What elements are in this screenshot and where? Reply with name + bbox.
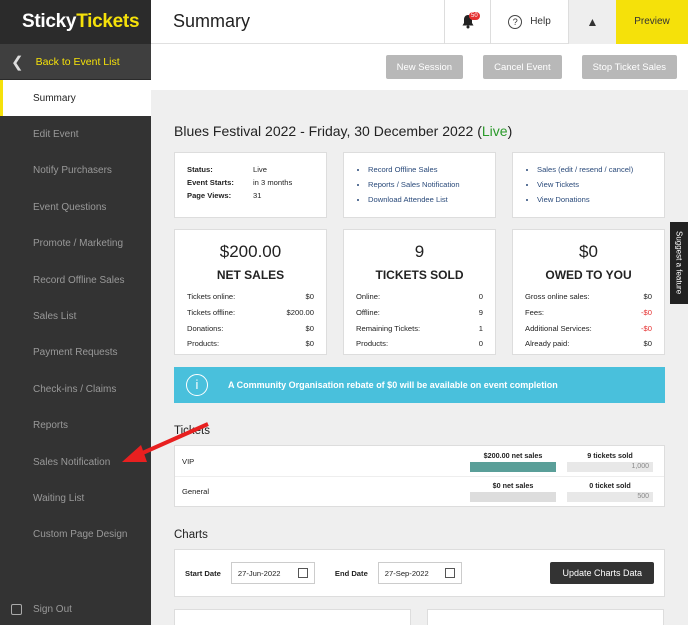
link-reports[interactable]: Reports / Sales Notification bbox=[368, 178, 483, 193]
table-row[interactable]: General $0 net sales 0 ticket sold 500 bbox=[175, 476, 664, 506]
tickets-table: VIP $200.00 net sales 9 tickets sold 1,00… bbox=[174, 445, 665, 508]
event-info-card: Status: Live Event Starts: in 3 months Pag… bbox=[174, 152, 327, 218]
table-row[interactable]: VIP $200.00 net sales 9 tickets sold 1,00… bbox=[175, 446, 664, 476]
sidebar-item-check-ins[interactable]: Check-ins / Claims bbox=[0, 371, 151, 407]
chart-cards bbox=[174, 609, 665, 625]
event-title: Blues Festival 2022 - Friday, 30 Decembe… bbox=[174, 123, 513, 139]
sidebar-item-sales-list[interactable]: Sales List bbox=[0, 298, 151, 334]
action-bar: New Session Cancel Event Stop Ticket Sal… bbox=[151, 44, 688, 90]
sign-out-link[interactable]: Sign Out bbox=[11, 604, 72, 615]
main: Summary 50 ? Help ▲ Preview New Session C… bbox=[151, 0, 688, 625]
cancel-event-button[interactable]: Cancel Event bbox=[483, 55, 562, 79]
triangle-up-icon: ▲ bbox=[586, 14, 599, 29]
page-title: Summary bbox=[173, 11, 251, 31]
chart-card bbox=[427, 609, 664, 625]
update-charts-button[interactable]: Update Charts Data bbox=[550, 562, 654, 585]
link-download-attendee-list[interactable]: Download Attendee List bbox=[368, 193, 483, 208]
sidebar-item-notify-purchasers[interactable]: Notify Purchasers bbox=[0, 153, 151, 189]
tickets-sold-bar: 9 tickets sold 1,000 bbox=[567, 451, 653, 472]
net-sales-bar: $0 net sales bbox=[470, 481, 556, 503]
collapse-button[interactable]: ▲ bbox=[568, 0, 616, 44]
sidebar-nav: Summary Edit Event Notify Purchasers Eve… bbox=[0, 80, 151, 553]
sidebar-item-waiting-list[interactable]: Waiting List bbox=[0, 480, 151, 516]
charts-filter: Start Date 27-Jun-2022 End Date 27-Sep-2… bbox=[174, 549, 665, 598]
sign-out-icon bbox=[11, 604, 22, 615]
start-date-input[interactable]: 27-Jun-2022 bbox=[230, 562, 315, 585]
owed-card: $0 OWED TO YOU Gross online sales: $0 Fee… bbox=[512, 229, 665, 356]
content: Blues Festival 2022 - Friday, 30 Decembe… bbox=[151, 123, 688, 625]
tickets-heading: Tickets bbox=[174, 425, 210, 438]
sidebar-item-sales-notification[interactable]: Sales Notification bbox=[0, 444, 151, 480]
link-sales[interactable]: Sales (edit / resend / cancel) bbox=[537, 163, 652, 178]
stats-row: $200.00 NET SALES Tickets online: $0 Tick… bbox=[174, 218, 665, 356]
calendar-icon[interactable] bbox=[297, 568, 308, 579]
chart-card bbox=[174, 609, 411, 625]
tickets-sold-card: 9 TICKETS SOLD Online: 0 Offline: 9 Remain… bbox=[343, 229, 496, 356]
chevron-left-icon: ❮ bbox=[11, 53, 24, 71]
sidebar-item-promote-marketing[interactable]: Promote / Marketing bbox=[0, 226, 151, 262]
net-sales-card: $200.00 NET SALES Tickets online: $0 Tick… bbox=[174, 229, 327, 356]
help-button[interactable]: ? Help bbox=[490, 0, 568, 44]
link-view-donations[interactable]: View Donations bbox=[537, 193, 652, 208]
end-date-input[interactable]: 27-Sep-2022 bbox=[377, 562, 462, 585]
sidebar: Sticky Tickets ❮ Back to Event List Summar… bbox=[0, 0, 151, 625]
info-icon: i bbox=[186, 374, 208, 397]
notifications-button[interactable]: 50 bbox=[444, 0, 490, 44]
question-icon: ? bbox=[508, 14, 523, 29]
sidebar-item-reports[interactable]: Reports bbox=[0, 408, 151, 444]
sidebar-item-custom-page-design[interactable]: Custom Page Design bbox=[0, 517, 151, 553]
new-session-button[interactable]: New Session bbox=[385, 55, 464, 79]
sidebar-item-summary[interactable]: Summary bbox=[0, 80, 151, 117]
sidebar-item-payment-requests[interactable]: Payment Requests bbox=[0, 335, 151, 371]
charts-heading: Charts bbox=[174, 529, 208, 542]
sales-links-card: Sales (edit / resend / cancel) View Tick… bbox=[512, 152, 665, 219]
preview-button[interactable]: Preview bbox=[616, 0, 688, 44]
notification-badge: 50 bbox=[469, 11, 480, 20]
suggest-feature-tab[interactable]: Suggest a feature bbox=[670, 222, 688, 304]
stop-ticket-sales-button[interactable]: Stop Ticket Sales bbox=[581, 55, 677, 79]
calendar-icon[interactable] bbox=[444, 568, 455, 579]
link-view-tickets[interactable]: View Tickets bbox=[537, 178, 652, 193]
sidebar-item-record-offline-sales[interactable]: Record Offline Sales bbox=[0, 262, 151, 298]
sidebar-item-event-questions[interactable]: Event Questions bbox=[0, 189, 151, 225]
rebate-notice: iA Community Organisation rebate of $0 w… bbox=[174, 367, 665, 404]
tickets-sold-bar: 0 ticket sold 500 bbox=[567, 481, 653, 503]
sidebar-item-edit-event[interactable]: Edit Event bbox=[0, 116, 151, 152]
quick-links-card: Record Offline Sales Reports / Sales Not… bbox=[343, 152, 496, 219]
topbar: Summary 50 ? Help ▲ Preview bbox=[151, 0, 688, 44]
live-status: Live bbox=[481, 123, 508, 139]
net-sales-bar: $200.00 net sales bbox=[470, 451, 556, 472]
info-row: Status: Live Event Starts: in 3 months Pag… bbox=[174, 152, 665, 219]
back-to-event-list[interactable]: ❮ Back to Event List bbox=[0, 44, 151, 80]
link-record-offline-sales[interactable]: Record Offline Sales bbox=[368, 163, 483, 178]
logo[interactable]: Sticky Tickets bbox=[0, 0, 151, 44]
